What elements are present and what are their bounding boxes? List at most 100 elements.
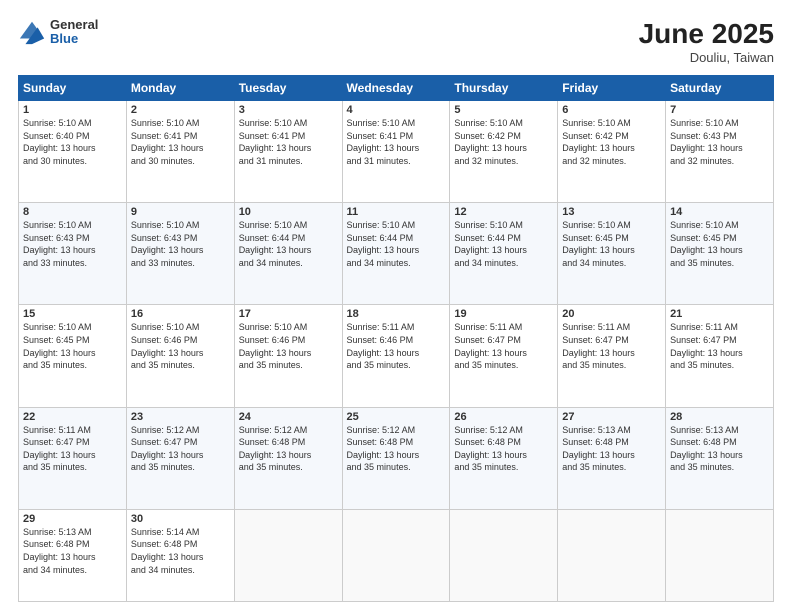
table-row: 22Sunrise: 5:11 AM Sunset: 6:47 PM Dayli… [19,407,127,509]
col-friday: Friday [558,76,666,101]
table-row [558,509,666,601]
table-row: 13Sunrise: 5:10 AM Sunset: 6:45 PM Dayli… [558,203,666,305]
table-row: 9Sunrise: 5:10 AM Sunset: 6:43 PM Daylig… [126,203,234,305]
table-row: 14Sunrise: 5:10 AM Sunset: 6:45 PM Dayli… [666,203,774,305]
day-number: 9 [131,206,230,218]
day-number: 13 [562,206,661,218]
table-row: 8Sunrise: 5:10 AM Sunset: 6:43 PM Daylig… [19,203,127,305]
day-info: Sunrise: 5:14 AM Sunset: 6:48 PM Dayligh… [131,526,230,576]
col-wednesday: Wednesday [342,76,450,101]
day-number: 2 [131,104,230,116]
day-info: Sunrise: 5:10 AM Sunset: 6:46 PM Dayligh… [239,321,338,371]
col-monday: Monday [126,76,234,101]
day-info: Sunrise: 5:10 AM Sunset: 6:44 PM Dayligh… [239,219,338,269]
col-thursday: Thursday [450,76,558,101]
table-row: 10Sunrise: 5:10 AM Sunset: 6:44 PM Dayli… [234,203,342,305]
table-row: 6Sunrise: 5:10 AM Sunset: 6:42 PM Daylig… [558,101,666,203]
day-info: Sunrise: 5:11 AM Sunset: 6:46 PM Dayligh… [347,321,446,371]
day-info: Sunrise: 5:10 AM Sunset: 6:43 PM Dayligh… [23,219,122,269]
day-number: 28 [670,411,769,423]
calendar-week-3: 22Sunrise: 5:11 AM Sunset: 6:47 PM Dayli… [19,407,774,509]
day-number: 21 [670,308,769,320]
day-info: Sunrise: 5:12 AM Sunset: 6:48 PM Dayligh… [454,424,553,474]
title-area: June 2025 Douliu, Taiwan [639,18,774,65]
table-row: 12Sunrise: 5:10 AM Sunset: 6:44 PM Dayli… [450,203,558,305]
day-info: Sunrise: 5:10 AM Sunset: 6:42 PM Dayligh… [454,117,553,167]
day-number: 3 [239,104,338,116]
day-number: 4 [347,104,446,116]
day-number: 1 [23,104,122,116]
table-row: 24Sunrise: 5:12 AM Sunset: 6:48 PM Dayli… [234,407,342,509]
table-row [666,509,774,601]
day-number: 14 [670,206,769,218]
table-row: 15Sunrise: 5:10 AM Sunset: 6:45 PM Dayli… [19,305,127,407]
day-number: 8 [23,206,122,218]
day-number: 29 [23,513,122,525]
day-number: 23 [131,411,230,423]
col-saturday: Saturday [666,76,774,101]
day-info: Sunrise: 5:10 AM Sunset: 6:41 PM Dayligh… [239,117,338,167]
day-number: 19 [454,308,553,320]
logo-icon [18,18,46,46]
table-row: 2Sunrise: 5:10 AM Sunset: 6:41 PM Daylig… [126,101,234,203]
day-number: 26 [454,411,553,423]
day-number: 7 [670,104,769,116]
table-row: 16Sunrise: 5:10 AM Sunset: 6:46 PM Dayli… [126,305,234,407]
month-title: June 2025 [639,18,774,50]
day-info: Sunrise: 5:10 AM Sunset: 6:42 PM Dayligh… [562,117,661,167]
day-number: 30 [131,513,230,525]
table-row: 11Sunrise: 5:10 AM Sunset: 6:44 PM Dayli… [342,203,450,305]
table-row: 28Sunrise: 5:13 AM Sunset: 6:48 PM Dayli… [666,407,774,509]
logo-blue: Blue [50,32,98,46]
calendar-week-4: 29Sunrise: 5:13 AM Sunset: 6:48 PM Dayli… [19,509,774,601]
calendar: Sunday Monday Tuesday Wednesday Thursday… [18,75,774,602]
day-number: 10 [239,206,338,218]
day-number: 24 [239,411,338,423]
day-info: Sunrise: 5:10 AM Sunset: 6:45 PM Dayligh… [670,219,769,269]
col-tuesday: Tuesday [234,76,342,101]
day-info: Sunrise: 5:13 AM Sunset: 6:48 PM Dayligh… [23,526,122,576]
day-number: 12 [454,206,553,218]
col-sunday: Sunday [19,76,127,101]
calendar-week-2: 15Sunrise: 5:10 AM Sunset: 6:45 PM Dayli… [19,305,774,407]
day-number: 20 [562,308,661,320]
location-subtitle: Douliu, Taiwan [639,50,774,65]
table-row: 23Sunrise: 5:12 AM Sunset: 6:47 PM Dayli… [126,407,234,509]
table-row: 19Sunrise: 5:11 AM Sunset: 6:47 PM Dayli… [450,305,558,407]
calendar-week-0: 1Sunrise: 5:10 AM Sunset: 6:40 PM Daylig… [19,101,774,203]
table-row: 3Sunrise: 5:10 AM Sunset: 6:41 PM Daylig… [234,101,342,203]
logo-general: General [50,18,98,32]
table-row: 17Sunrise: 5:10 AM Sunset: 6:46 PM Dayli… [234,305,342,407]
table-row: 30Sunrise: 5:14 AM Sunset: 6:48 PM Dayli… [126,509,234,601]
logo: General Blue [18,18,98,47]
day-number: 27 [562,411,661,423]
day-number: 11 [347,206,446,218]
table-row: 5Sunrise: 5:10 AM Sunset: 6:42 PM Daylig… [450,101,558,203]
table-row: 1Sunrise: 5:10 AM Sunset: 6:40 PM Daylig… [19,101,127,203]
day-info: Sunrise: 5:10 AM Sunset: 6:46 PM Dayligh… [131,321,230,371]
table-row: 29Sunrise: 5:13 AM Sunset: 6:48 PM Dayli… [19,509,127,601]
table-row: 21Sunrise: 5:11 AM Sunset: 6:47 PM Dayli… [666,305,774,407]
day-info: Sunrise: 5:13 AM Sunset: 6:48 PM Dayligh… [670,424,769,474]
calendar-week-1: 8Sunrise: 5:10 AM Sunset: 6:43 PM Daylig… [19,203,774,305]
table-row: 7Sunrise: 5:10 AM Sunset: 6:43 PM Daylig… [666,101,774,203]
header: General Blue June 2025 Douliu, Taiwan [18,18,774,65]
day-number: 18 [347,308,446,320]
day-info: Sunrise: 5:10 AM Sunset: 6:43 PM Dayligh… [131,219,230,269]
day-info: Sunrise: 5:11 AM Sunset: 6:47 PM Dayligh… [670,321,769,371]
day-number: 5 [454,104,553,116]
day-info: Sunrise: 5:10 AM Sunset: 6:45 PM Dayligh… [23,321,122,371]
day-info: Sunrise: 5:12 AM Sunset: 6:47 PM Dayligh… [131,424,230,474]
table-row: 20Sunrise: 5:11 AM Sunset: 6:47 PM Dayli… [558,305,666,407]
day-info: Sunrise: 5:10 AM Sunset: 6:45 PM Dayligh… [562,219,661,269]
logo-text: General Blue [50,18,98,47]
table-row: 26Sunrise: 5:12 AM Sunset: 6:48 PM Dayli… [450,407,558,509]
table-row [342,509,450,601]
table-row: 27Sunrise: 5:13 AM Sunset: 6:48 PM Dayli… [558,407,666,509]
day-info: Sunrise: 5:10 AM Sunset: 6:44 PM Dayligh… [347,219,446,269]
calendar-header-row: Sunday Monday Tuesday Wednesday Thursday… [19,76,774,101]
day-info: Sunrise: 5:10 AM Sunset: 6:41 PM Dayligh… [131,117,230,167]
day-info: Sunrise: 5:10 AM Sunset: 6:40 PM Dayligh… [23,117,122,167]
day-info: Sunrise: 5:11 AM Sunset: 6:47 PM Dayligh… [23,424,122,474]
day-info: Sunrise: 5:11 AM Sunset: 6:47 PM Dayligh… [562,321,661,371]
